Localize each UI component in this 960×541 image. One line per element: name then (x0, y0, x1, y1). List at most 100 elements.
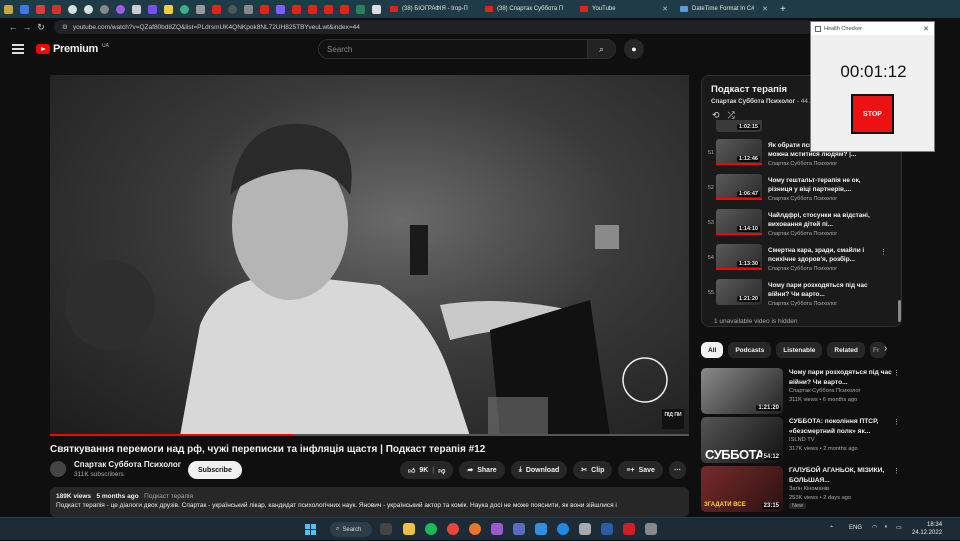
video-thumbnail[interactable]: ЗГАДАТИ ВСЕ 23:15 (701, 466, 783, 512)
close-tab-icon[interactable]: ✕ (662, 5, 668, 13)
recommendation-channel[interactable]: ISLND TV (789, 437, 815, 443)
playlist-title[interactable]: Подкаст терапія (711, 84, 787, 95)
subscribe-button[interactable]: Subscribe (188, 461, 242, 479)
pinned-tab[interactable] (0, 0, 16, 18)
pinned-tab[interactable] (128, 0, 144, 18)
tab-datetime[interactable]: DateTime Format In C# ✕ (674, 0, 774, 18)
pinned-tab[interactable] (256, 0, 272, 18)
pinned-tab[interactable] (288, 0, 304, 18)
video-thumbnail[interactable]: 1:21:20 (716, 279, 762, 305)
partial-thumbnail[interactable]: 1:02:15 (716, 120, 762, 132)
recommendation-title[interactable]: СУББОТА: покоління ПТСР, «безсмертний по… (789, 417, 893, 436)
video-thumbnail[interactable]: 1:12:46 (716, 139, 762, 165)
pinned-tab[interactable] (240, 0, 256, 18)
task-view-icon[interactable] (380, 523, 392, 535)
channel-avatar[interactable] (50, 461, 66, 477)
pinned-tab[interactable] (208, 0, 224, 18)
more-actions-button[interactable]: ⋯ (668, 461, 686, 479)
search-button[interactable]: ⌕ (587, 40, 615, 58)
reload-icon[interactable]: ↻ (34, 22, 48, 33)
video-thumbnail[interactable]: 1:21:20 (701, 368, 783, 414)
pinned-tab[interactable] (176, 0, 192, 18)
more-options-icon[interactable]: ⋮ (893, 418, 900, 426)
app-icon[interactable] (623, 523, 635, 535)
video-thumbnail[interactable]: СУББОТА 54:12 (701, 417, 783, 463)
playlist-item[interactable]: 53 1:14:10 Чайлдфрі, стосунки на відстан… (702, 207, 897, 242)
more-options-icon[interactable]: ⋮ (893, 467, 900, 475)
chip-listenable[interactable]: Listenable (776, 342, 823, 358)
save-button[interactable]: ≡+ Save (618, 461, 663, 479)
recommendation-item[interactable]: 1:21:20 Чому пари розходяться під час ві… (701, 368, 901, 418)
volume-icon[interactable]: ◖ (884, 524, 888, 530)
more-options-icon[interactable]: ⋮ (893, 369, 900, 377)
playlist-item-title[interactable]: Чайлдфрі, стосунки на відстані, вихованн… (768, 211, 872, 229)
playlist-item[interactable]: 52 1:06:47 Чому гештальт-терапія не ок, … (702, 172, 897, 207)
pinned-tab[interactable] (336, 0, 352, 18)
video-player[interactable]: ПІД ПИ (50, 75, 689, 436)
forward-icon[interactable]: → (20, 22, 34, 32)
channel-name[interactable]: Спартак Суббота Психолог (74, 460, 181, 469)
menu-icon[interactable] (12, 44, 24, 56)
new-tab-button[interactable]: + (774, 0, 792, 18)
pinned-tab[interactable] (48, 0, 64, 18)
search-input[interactable]: Search (319, 40, 587, 58)
tab-biography[interactable]: (38) БІОГРАФІЯ - Ігор-П (384, 0, 479, 18)
file-explorer-icon[interactable] (403, 523, 415, 535)
chevron-right-icon[interactable]: › (884, 343, 887, 354)
battery-icon[interactable]: ▭ (896, 524, 902, 531)
pinned-tab[interactable] (80, 0, 96, 18)
like-button[interactable]: 👍︎ 9K | 👎︎ (400, 461, 454, 479)
pinned-tab[interactable] (64, 0, 80, 18)
playlist-item-title[interactable]: Смертна кара, зради, смайли і психічне з… (768, 246, 872, 264)
description-box[interactable]: 189K views 5 months ago Подкаст терапія … (50, 487, 689, 517)
tab-youtube[interactable]: YouTube ✕ (574, 0, 674, 18)
video-thumbnail[interactable]: 1:06:47 (716, 174, 762, 200)
thumbs-down-icon[interactable]: 👎︎ (438, 466, 445, 475)
back-icon[interactable]: ← (6, 22, 20, 32)
spotify-icon[interactable] (425, 523, 437, 535)
app-icon[interactable] (579, 523, 591, 535)
pinned-tab[interactable] (16, 0, 32, 18)
download-button[interactable]: ⤓ Download (510, 461, 568, 479)
chrome-icon[interactable] (447, 523, 459, 535)
pinned-tab[interactable] (352, 0, 368, 18)
url-field[interactable]: ⚙ youtube.com/watch?v=QZaf80bd8ZQ&list=P… (54, 20, 814, 34)
pinned-tab[interactable] (368, 0, 384, 18)
chip-related[interactable]: Related (827, 342, 865, 358)
tray-overflow-icon[interactable]: ⌃ (829, 525, 834, 532)
pinned-tab[interactable] (320, 0, 336, 18)
playlist-item-title[interactable]: Чому пари розходяться під час війни? Чи … (768, 281, 872, 299)
pinned-tab[interactable] (144, 0, 160, 18)
pinned-tab[interactable] (304, 0, 320, 18)
recommendation-item[interactable]: СУББОТА 54:12 СУББОТА: покоління ПТСР, «… (701, 417, 901, 467)
windows-start-icon[interactable] (305, 523, 317, 535)
voice-search-button[interactable]: ● (624, 39, 644, 59)
share-button[interactable]: ➦ Share (459, 461, 505, 479)
site-info-icon[interactable]: ⚙ (62, 23, 68, 31)
pinned-tab[interactable] (32, 0, 48, 18)
recommendation-title[interactable]: ГАЛУБОЙ АГАНЬОК, МІЗИКИ, БОЛЬШАЯ... (789, 466, 893, 485)
terminal-icon[interactable] (601, 523, 613, 535)
vscode-icon[interactable] (535, 523, 547, 535)
blender-icon[interactable] (469, 523, 481, 535)
playlist-item[interactable]: 55 1:21:20 Чому пари розходяться під час… (702, 277, 897, 312)
browser-icon[interactable] (557, 523, 569, 535)
chip-all[interactable]: All (701, 342, 724, 358)
playlist-item[interactable]: 54 1:13:30 Смертна кара, зради, смайли і… (702, 242, 897, 277)
playlist-owner[interactable]: Спартак Суббота Психолог (711, 98, 795, 105)
taskbar-search[interactable]: ⌕ Search (330, 522, 372, 537)
pinned-tab[interactable] (112, 0, 128, 18)
chip-podcasts[interactable]: Podcasts (728, 342, 772, 358)
video-thumbnail[interactable]: 1:13:30 (716, 244, 762, 270)
wifi-icon[interactable]: ◠ (872, 524, 877, 531)
video-thumbnail[interactable]: 1:14:10 (716, 209, 762, 235)
stop-button[interactable]: STOP (851, 94, 894, 134)
app-icon[interactable] (645, 523, 657, 535)
pinned-tab[interactable] (224, 0, 240, 18)
recommendation-channel[interactable]: Спартак Суббота Психолог (789, 388, 861, 394)
recommendation-channel[interactable]: Загін Кіноманів (789, 486, 829, 492)
video-progress-bar[interactable] (50, 434, 689, 436)
window-title-bar[interactable]: Health Checker ✕ (811, 22, 934, 35)
playlist-link[interactable]: Подкаст терапія (144, 493, 193, 500)
pinned-tab[interactable] (272, 0, 288, 18)
